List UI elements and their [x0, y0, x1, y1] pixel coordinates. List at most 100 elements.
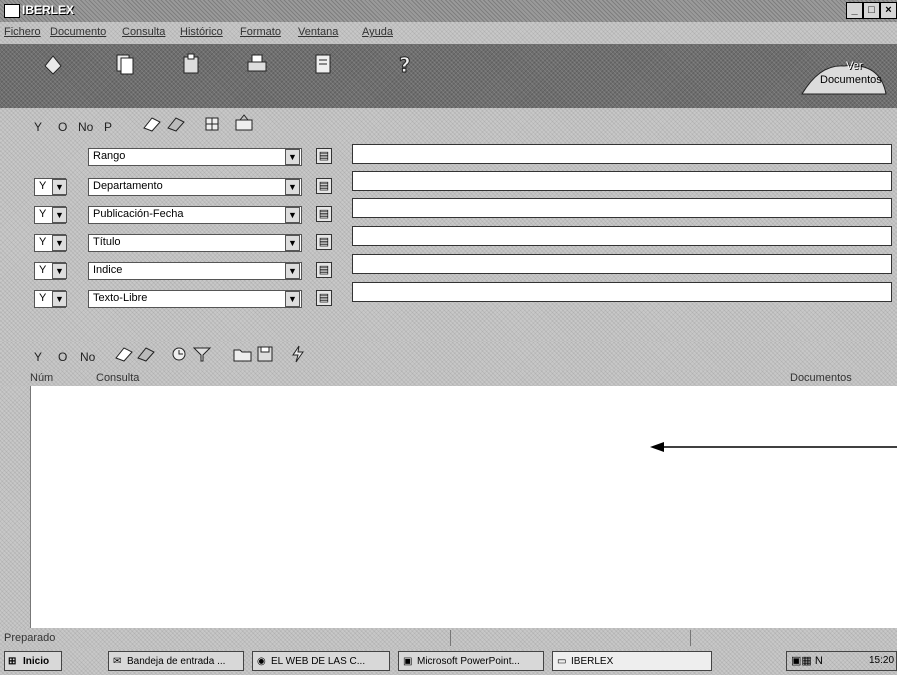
chevron-down-icon[interactable]: ▼ — [52, 207, 67, 223]
op-no-button[interactable]: No — [80, 350, 95, 364]
chevron-down-icon[interactable]: ▼ — [285, 235, 300, 251]
operator-label: Y — [39, 208, 47, 220]
window-title: IBERLEX — [22, 3, 75, 17]
chevron-down-icon[interactable]: ▼ — [285, 263, 300, 279]
status-divider — [450, 630, 451, 646]
clipboard-list-icon[interactable]: ▤ — [316, 148, 332, 164]
column-header-num[interactable]: Núm — [30, 372, 53, 384]
start-button[interactable]: ⊞ Inicio — [4, 651, 62, 671]
clipboard-list-icon[interactable]: ▤ — [316, 206, 332, 222]
tray-icons: ▣▦ N — [791, 655, 823, 667]
toolbar-caption-strip — [0, 92, 360, 104]
chevron-down-icon[interactable]: ▼ — [52, 179, 67, 195]
inbox-icon: ✉ — [113, 656, 122, 667]
field-select-label: Publicación-Fecha — [93, 208, 184, 220]
value-field[interactable] — [352, 144, 892, 164]
app-icon — [4, 4, 20, 18]
op-y-button[interactable]: Y — [34, 120, 42, 134]
clipboard-list-icon[interactable]: ▤ — [316, 262, 332, 278]
close-button[interactable]: × — [880, 2, 897, 19]
menu-ayuda[interactable]: Ayuda — [362, 26, 393, 38]
query-results-list[interactable] — [30, 386, 897, 628]
value-field[interactable] — [352, 254, 892, 274]
documents-icon[interactable] — [114, 52, 136, 76]
menu-ventana[interactable]: Ventana — [298, 26, 338, 38]
save-icon[interactable] — [256, 345, 274, 368]
field-select-label: Título — [93, 236, 121, 248]
clipboard-list-icon[interactable]: ▤ — [316, 178, 332, 194]
task-web[interactable]: ◉ EL WEB DE LAS C... — [252, 651, 390, 671]
value-field[interactable] — [352, 282, 892, 302]
pointer-arrow-annotation — [650, 440, 897, 459]
field-select-label: Rango — [93, 150, 126, 162]
clear-all-icon[interactable] — [136, 346, 156, 367]
documentos-label: Documentos — [820, 74, 882, 86]
field-select[interactable]: Título — [88, 234, 302, 252]
op-y-button[interactable]: Y — [34, 350, 42, 364]
maximize-button[interactable]: □ — [863, 2, 880, 19]
field-select[interactable]: Rango — [88, 148, 302, 166]
clock: 15:20 — [869, 655, 895, 666]
operator-label: Y — [39, 180, 47, 192]
chevron-down-icon[interactable]: ▼ — [285, 207, 300, 223]
powerpoint-icon: ▣ — [403, 656, 413, 667]
field-select-label: Indice — [93, 264, 123, 276]
operator-label: Y — [39, 292, 47, 304]
list-left-gutter — [0, 386, 30, 628]
menu-fichero[interactable]: Fichero — [4, 26, 41, 38]
iberlex-icon: ▭ — [557, 656, 567, 667]
operator-label: Y — [39, 264, 47, 276]
task-label: Microsoft PowerPoint... — [417, 656, 520, 667]
field-select[interactable]: Indice — [88, 262, 302, 280]
print-preview-icon[interactable] — [312, 52, 334, 76]
menu-documento[interactable]: Documento — [50, 26, 106, 38]
print-icon[interactable] — [246, 52, 268, 76]
value-field[interactable] — [352, 171, 892, 191]
minimize-button[interactable]: _ — [846, 2, 863, 19]
task-label: EL WEB DE LAS C... — [271, 656, 366, 667]
chevron-down-icon[interactable]: ▼ — [285, 291, 300, 307]
system-tray: ▣▦ N 15:20 — [786, 651, 897, 671]
column-header-documentos[interactable]: Documentos — [790, 372, 852, 384]
lightning-icon[interactable] — [290, 345, 306, 368]
chevron-down-icon[interactable]: ▼ — [285, 149, 300, 165]
task-label: IBERLEX — [571, 656, 614, 667]
task-iberlex[interactable]: ▭ IBERLEX — [552, 651, 712, 671]
field-select[interactable]: Departamento — [88, 178, 302, 196]
menu-historico[interactable]: Histórico — [180, 26, 223, 38]
value-field[interactable] — [352, 198, 892, 218]
windows-logo-icon: ⊞ — [8, 656, 17, 667]
chevron-down-icon[interactable]: ▼ — [52, 291, 67, 307]
op-p-button[interactable]: P — [104, 120, 112, 134]
clipboard-list-icon[interactable]: ▤ — [316, 290, 332, 306]
menu-consulta[interactable]: Consulta — [122, 26, 165, 38]
ver-documentos-button[interactable]: Ver Documentos — [798, 56, 888, 100]
filter-icon[interactable] — [192, 345, 212, 368]
value-field[interactable] — [352, 226, 892, 246]
op-no-button[interactable]: No — [78, 120, 93, 134]
eraser-icon[interactable] — [114, 346, 134, 367]
task-powerpoint[interactable]: ▣ Microsoft PowerPoint... — [398, 651, 544, 671]
chevron-down-icon[interactable]: ▼ — [52, 263, 67, 279]
status-bar — [0, 628, 897, 648]
column-header-consulta[interactable]: Consulta — [96, 372, 139, 384]
execute-query-icon[interactable] — [170, 345, 190, 368]
task-bandeja[interactable]: ✉ Bandeja de entrada ... — [108, 651, 244, 671]
chevron-down-icon[interactable]: ▼ — [52, 235, 67, 251]
ver-label: Ver — [846, 60, 863, 72]
menu-formato[interactable]: Formato — [240, 26, 281, 38]
query-toolbar — [0, 108, 897, 134]
open-folder-icon[interactable] — [232, 345, 254, 368]
field-select[interactable]: Texto-Libre — [88, 290, 302, 308]
title-bar — [0, 0, 897, 22]
clipboard-icon[interactable] — [180, 52, 202, 76]
field-select[interactable]: Publicación-Fecha — [88, 206, 302, 224]
help-icon[interactable]: ? — [394, 52, 416, 78]
op-o-button[interactable]: O — [58, 120, 67, 134]
clipboard-list-icon[interactable]: ▤ — [316, 234, 332, 250]
op-o-button[interactable]: O — [58, 350, 67, 364]
chevron-down-icon[interactable]: ▼ — [285, 179, 300, 195]
task-label: Bandeja de entrada ... — [127, 656, 226, 667]
new-query-icon[interactable] — [42, 52, 64, 76]
field-select-label: Departamento — [93, 180, 163, 192]
